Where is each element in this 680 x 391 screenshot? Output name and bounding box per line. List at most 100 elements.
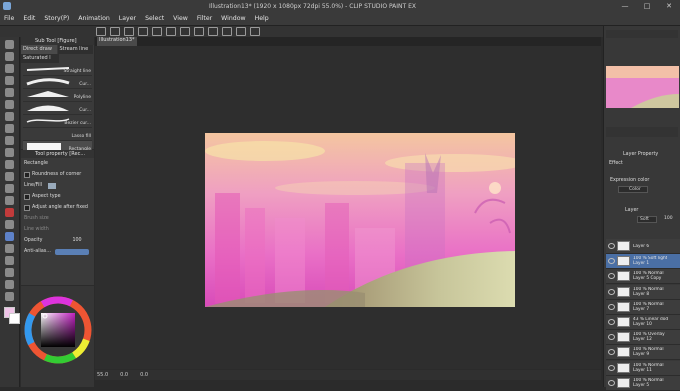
line-fill-icon[interactable] — [48, 182, 57, 189]
clear-icon[interactable] — [166, 27, 176, 36]
layer-row[interactable]: 100 % Normal Layer 7 — [606, 299, 680, 315]
figure-tool-icon[interactable] — [5, 232, 14, 241]
eye-icon[interactable] — [608, 364, 615, 371]
menu-help[interactable]: Help — [255, 15, 269, 22]
menu-story[interactable]: Story(P) — [44, 15, 69, 22]
eye-icon[interactable] — [608, 349, 615, 356]
roundness-row[interactable]: Roundness of corner — [21, 169, 94, 180]
airbrush-tool-icon[interactable] — [5, 160, 14, 169]
redo-icon[interactable] — [152, 27, 162, 36]
eyedropper-tool-icon[interactable] — [5, 112, 14, 121]
deselect-icon[interactable] — [208, 27, 218, 36]
layer-row[interactable]: 100 % Soft light Layer 1 — [606, 254, 680, 270]
eraser-tool-icon[interactable] — [5, 184, 14, 193]
new-file-icon[interactable] — [96, 27, 106, 36]
aspect-type-row[interactable]: Aspect type — [21, 191, 94, 202]
layer-row[interactable]: 100 % Normal Layer 11 — [606, 360, 680, 376]
anti-alias-row[interactable]: Anti-alias... — [21, 246, 94, 257]
auto-select-tool-icon[interactable] — [5, 100, 14, 109]
correct-line-tool-icon[interactable] — [5, 292, 14, 301]
brush-size-row[interactable]: Brush size — [21, 213, 94, 224]
undo-icon[interactable] — [138, 27, 148, 36]
brush-bezier-curve[interactable]: Bezier cur... — [23, 115, 92, 128]
menu-select[interactable]: Select — [145, 15, 164, 22]
zoom-readout[interactable]: 55.0 — [97, 372, 108, 378]
adjust-angle-row[interactable]: Adjust angle after fixed — [21, 202, 94, 213]
brush-polyline[interactable]: Polyline — [23, 89, 92, 102]
opacity-value[interactable]: 100 — [72, 238, 81, 243]
menu-window[interactable]: Window — [221, 15, 245, 22]
fill-icon[interactable] — [180, 27, 190, 36]
checkbox[interactable] — [24, 204, 30, 211]
zoom-tool-icon[interactable] — [5, 40, 14, 49]
gradient-tool-icon[interactable] — [5, 220, 14, 229]
snap-icon[interactable] — [236, 27, 246, 36]
expression-color-select[interactable]: Color — [618, 186, 648, 193]
crop-icon[interactable] — [222, 27, 232, 36]
checkbox[interactable] — [24, 193, 30, 200]
tab-stream-line[interactable]: Stream line — [57, 45, 93, 54]
eye-icon[interactable] — [608, 258, 615, 265]
decoration-tool-icon[interactable] — [5, 172, 14, 181]
brush-tool-icon[interactable] — [5, 148, 14, 157]
blend-mode-select[interactable]: Soft — [637, 216, 657, 223]
layer-opacity-value[interactable]: 100 — [664, 216, 673, 221]
blend-tool-icon[interactable] — [5, 196, 14, 205]
frame-tool-icon[interactable] — [5, 244, 14, 253]
save-icon[interactable] — [124, 27, 134, 36]
navigator-preview[interactable] — [606, 66, 679, 108]
opacity-row[interactable]: Opacity 100 — [21, 235, 94, 246]
eye-icon[interactable] — [608, 288, 615, 295]
menu-filter[interactable]: Filter — [197, 15, 212, 22]
move-layer-tool-icon[interactable] — [5, 76, 14, 85]
eye-icon[interactable] — [608, 334, 615, 341]
move-tool-icon[interactable] — [5, 52, 14, 61]
angle-readout[interactable]: 0.0 — [120, 372, 128, 378]
line-fill-row[interactable]: Line/Fill — [21, 180, 94, 191]
menu-view[interactable]: View — [173, 15, 188, 22]
canvas-tab[interactable]: Illustration13* — [97, 37, 137, 46]
layer-row[interactable]: 100 % Normal Layer 8 — [606, 284, 680, 300]
layer-row[interactable]: 100 % Normal Layer 5 Copy — [606, 269, 680, 285]
operation-tool-icon[interactable] — [5, 64, 14, 73]
menu-layer[interactable]: Layer — [119, 15, 136, 22]
navigator-controls[interactable] — [606, 127, 678, 137]
eye-icon[interactable] — [608, 273, 615, 280]
brush-straight-line[interactable]: Straight line — [23, 63, 92, 76]
fill-tool-icon[interactable] — [5, 208, 14, 217]
open-file-icon[interactable] — [110, 27, 120, 36]
menu-file[interactable]: File — [4, 15, 14, 22]
sub-color-swatch[interactable] — [9, 313, 20, 324]
menu-edit[interactable]: Edit — [23, 15, 35, 22]
layer-row[interactable]: 100 % Overlay Layer 12 — [606, 330, 680, 346]
minimize-button[interactable]: — — [614, 2, 636, 10]
layer-row[interactable]: Layer 6 — [606, 239, 680, 254]
eye-icon[interactable] — [608, 319, 615, 325]
eye-icon[interactable] — [608, 303, 615, 310]
layer-row[interactable]: 43 % Linear dod Layer 10 — [606, 315, 680, 330]
brush-lasso-fill[interactable]: Lasso fill — [23, 128, 92, 141]
checkbox[interactable] — [24, 171, 30, 178]
ruler-icon[interactable] — [250, 27, 260, 36]
selection-tool-icon[interactable] — [5, 88, 14, 97]
pencil-tool-icon[interactable] — [5, 136, 14, 145]
balloon-tool-icon[interactable] — [5, 280, 14, 289]
eye-icon[interactable] — [608, 379, 615, 386]
text-tool-icon[interactable] — [5, 268, 14, 277]
brush-curve[interactable]: Cur... — [23, 76, 92, 89]
layer-row[interactable]: 100 % Normal Layer 5 — [606, 375, 680, 391]
close-button[interactable]: ✕ — [658, 2, 680, 10]
transform-icon[interactable] — [194, 27, 204, 36]
artwork-canvas[interactable] — [205, 133, 515, 307]
ruler-tool-icon[interactable] — [5, 256, 14, 265]
layer-row[interactable]: 100 % Normal Layer 9 — [606, 345, 680, 361]
brush-continuous-curve[interactable]: Cur... — [23, 102, 92, 115]
eye-icon[interactable] — [608, 243, 615, 249]
maximize-button[interactable]: □ — [636, 2, 658, 10]
tab-direct-draw[interactable]: Direct draw — [21, 45, 57, 54]
menu-animation[interactable]: Animation — [78, 15, 110, 22]
anti-alias-options[interactable] — [54, 248, 89, 255]
pen-tool-icon[interactable] — [5, 124, 14, 133]
color-wheel[interactable] — [21, 286, 94, 381]
tab-saturated-line[interactable]: Saturated l — [21, 54, 59, 63]
